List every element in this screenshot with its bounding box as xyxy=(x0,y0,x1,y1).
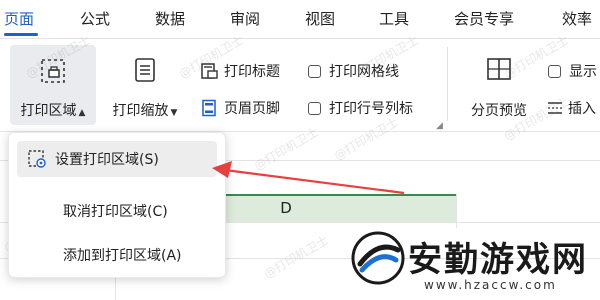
header-footer-label: 页眉页脚 xyxy=(224,101,280,117)
tab-tools[interactable]: 工具 xyxy=(379,8,409,29)
print-row-col-headers-label: 打印行号列标 xyxy=(329,101,413,117)
add-to-print-area-label: 添加到打印区域(A) xyxy=(63,248,182,264)
checkbox-icon xyxy=(548,64,561,78)
set-print-area-icon xyxy=(28,150,46,168)
group-launcher-icon[interactable]: ◢ xyxy=(436,121,443,131)
header-footer-icon xyxy=(202,99,216,117)
tab-view[interactable]: 视图 xyxy=(305,8,335,29)
logo-name: 安勤游戏网 xyxy=(408,240,588,280)
tab-member[interactable]: 会员专享 xyxy=(454,8,514,29)
tab-efficiency[interactable]: 效率 xyxy=(562,8,592,29)
print-row-col-headers-checkbox[interactable]: 打印行号列标 xyxy=(308,98,413,118)
cancel-print-area-item[interactable]: 取消打印区域(C) xyxy=(17,193,217,229)
print-scale-label: 打印缩放 xyxy=(112,103,169,119)
ribbon: 打印区域 ▲ 打印缩放 ▼ 打印标题 页眉页脚 打印网格线 打印行号列标 ◢ 分… xyxy=(0,39,600,131)
show-label: 显示 xyxy=(569,64,597,80)
menu-bar: 页面 公式 数据 审阅 视图 工具 会员专享 效率 xyxy=(0,0,600,38)
checkbox-icon xyxy=(308,101,321,115)
header-footer-button[interactable]: 页眉页脚 xyxy=(200,98,280,118)
show-checkbox[interactable]: 显示 xyxy=(548,61,597,81)
checkbox-icon xyxy=(308,64,321,78)
tab-data[interactable]: 数据 xyxy=(155,8,185,29)
print-scale-icon xyxy=(135,58,155,82)
page-break-preview-label: 分页预览 xyxy=(471,103,527,119)
logo-url: www.hzaccw.com xyxy=(424,278,557,292)
set-print-area-item[interactable]: 设置打印区域(S) xyxy=(17,141,217,177)
insert-label: 插入 xyxy=(568,101,596,117)
tab-formulas[interactable]: 公式 xyxy=(80,8,110,29)
logo-mark-icon xyxy=(351,231,405,285)
print-titles-label: 打印标题 xyxy=(224,64,280,80)
tab-review[interactable]: 审阅 xyxy=(230,8,260,29)
print-area-label: 打印区域 xyxy=(20,103,77,119)
ribbon-separator xyxy=(447,47,448,121)
tab-page[interactable]: 页面 xyxy=(4,8,34,29)
active-tab-indicator xyxy=(4,33,38,36)
chevron-down-icon: ▼ xyxy=(170,108,178,118)
chevron-up-icon: ▲ xyxy=(78,108,86,118)
print-area-dropdown: 设置打印区域(S) 取消打印区域(C) 添加到打印区域(A) xyxy=(8,132,226,278)
print-scale-button[interactable]: 打印缩放 ▼ xyxy=(102,45,188,125)
site-logo: 安勤游戏网 www.hzaccw.com xyxy=(344,228,600,300)
set-print-area-label: 设置打印区域(S) xyxy=(55,152,159,168)
cancel-print-area-label: 取消打印区域(C) xyxy=(63,204,168,220)
add-to-print-area-item[interactable]: 添加到打印区域(A) xyxy=(17,237,217,273)
